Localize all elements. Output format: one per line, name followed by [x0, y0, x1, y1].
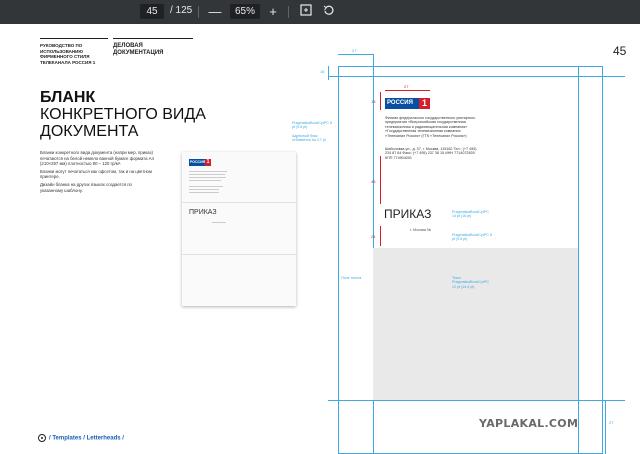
thumb-fold — [182, 254, 296, 255]
guide-line — [328, 400, 625, 401]
page-total: / 125 — [170, 5, 193, 16]
dimension-label: 27 — [609, 420, 614, 425]
dimension-line — [380, 156, 381, 204]
toolbar-divider — [288, 6, 289, 18]
page-number: 45 — [613, 44, 627, 58]
guide-line — [328, 66, 329, 80]
guide-line — [605, 400, 606, 454]
annotation-note: Адресный блок отбивается на 3.7 pt — [292, 134, 326, 143]
toolbar-divider — [198, 6, 199, 18]
desc-paragraph: Дизайн бланка на других языках создается… — [40, 181, 132, 193]
guide-line — [338, 54, 373, 55]
thumb-text-line — [189, 192, 219, 193]
thumb-text-line — [212, 222, 226, 223]
thumb-prikaz: ПРИКАЗ — [189, 209, 217, 216]
zoom-input[interactable]: 65% — [230, 4, 260, 19]
thumb-text-line — [189, 186, 223, 187]
header-section: ДЕЛОВАЯ ДОКУМЕНТАЦИЯ — [113, 43, 193, 57]
guide-line — [328, 76, 625, 77]
thumb-fold — [182, 202, 296, 203]
logo-number: 1 — [419, 98, 430, 109]
annotation-note: PragmaticaBookCyrPC 8 pt (9.6 pt) — [292, 121, 332, 130]
breadcrumb: / Templates / Letterheads / — [38, 434, 124, 442]
fit-page-icon[interactable] — [297, 3, 315, 21]
header-section-line2: ДОКУМЕНТАЦИЯ — [113, 50, 164, 56]
title-line3: ДОКУМЕНТА — [40, 123, 139, 140]
dimension-label: 24 — [371, 234, 376, 239]
dimension-label: 45 — [371, 179, 376, 184]
title-line2: КОНКРЕТНОГО ВИДА — [40, 106, 206, 123]
thumb-text-line — [189, 171, 227, 172]
prikaz-heading: ПРИКАЗ — [384, 207, 432, 221]
header-rule — [40, 38, 108, 39]
dimension-label: 27 — [352, 48, 357, 53]
pdf-toolbar: 45 / 125 — 65% + — [0, 0, 640, 24]
dimension-line — [380, 92, 381, 110]
breadcrumb-text[interactable]: / Templates / Letterheads / — [49, 436, 124, 442]
nav-circle-icon[interactable] — [38, 434, 46, 442]
annotation-note: Поле текста — [341, 276, 362, 280]
rotate-icon[interactable] — [320, 3, 338, 21]
dimension-line — [380, 226, 381, 246]
header-section-line1: ДЕЛОВАЯ — [113, 43, 143, 49]
dimension-label: 27 — [404, 84, 409, 89]
header-brand: РУКОВОДСТВО ПО ИСПОЛЬЗОВАНИЮ ФИРМЕННОГО … — [40, 43, 96, 65]
guide-line — [578, 66, 579, 454]
annotation-note: PragmaticaBookCyrPC 14 pt (16 pt) — [452, 210, 489, 219]
annotation-note: PragmaticaBookCyrPC 8 pt (9.6 pt) — [452, 233, 492, 242]
organization-text: Филиал федерального государственного уни… — [385, 116, 476, 138]
address-block: Шаболовка ул., д. 37, г. Москва, 115162 … — [385, 147, 477, 160]
thumb-text-line — [189, 174, 225, 175]
header-rule — [113, 38, 193, 39]
dimension-label: 13 — [371, 99, 376, 104]
thumb-text-line — [189, 180, 221, 181]
zoom-in-button[interactable]: + — [264, 3, 282, 21]
dimension-line — [385, 90, 430, 91]
title-line1: БЛАНК — [40, 89, 96, 106]
text-field-area — [373, 248, 578, 400]
pdf-page: РУКОВОДСТВО ПО ИСПОЛЬЗОВАНИЮ ФИРМЕННОГО … — [0, 24, 640, 454]
thumb-text-line — [189, 177, 226, 178]
thumb-logo-number: 1 — [205, 159, 211, 166]
desc-paragraph: Бланки конкретного вида документа (напри… — [40, 150, 154, 167]
watermark: YAPLAKAL.COM — [479, 417, 579, 430]
page-title: БЛАНК КОНКРЕТНОГО ВИДА ДОКУМЕНТА — [40, 89, 206, 140]
desc-paragraph: Бланки могут печататься как офсетом, так… — [40, 168, 152, 180]
city-number-line: г. Москва № — [410, 228, 432, 232]
annotation-note: Текст PragmaticaBookCyrPC 12 pt (14.4 pt… — [452, 276, 489, 289]
letterhead-thumbnail: РОССИЯ 1 ПРИКАЗ — [182, 152, 296, 306]
logo-russia: РОССИЯ — [385, 98, 419, 109]
page-number-input[interactable]: 45 — [140, 4, 164, 19]
description: Бланки конкретного вида документа (напри… — [40, 150, 155, 195]
zoom-out-button[interactable]: — — [206, 3, 224, 21]
dimension-label: 15 — [320, 69, 325, 74]
thumb-text-line — [189, 189, 219, 190]
